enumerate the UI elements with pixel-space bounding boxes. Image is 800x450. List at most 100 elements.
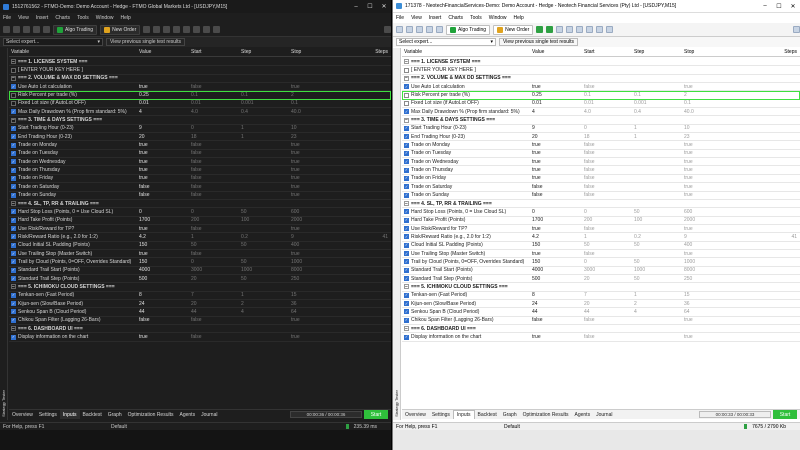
menu-charts[interactable]: Charts (55, 15, 70, 21)
param-start[interactable]: 44 (584, 309, 634, 315)
collapse-icon[interactable]: − (404, 201, 409, 207)
collapse-icon[interactable]: − (404, 326, 409, 332)
param-row[interactable]: ✓ Senkou Span B (Cloud Period) 44 44 4 64 (9, 308, 391, 317)
param-step[interactable]: 1000 (634, 267, 684, 273)
param-row[interactable]: [ ENTER YOUR KEY HERE ] (9, 66, 391, 75)
new-chart-icon[interactable] (396, 26, 403, 33)
strategy-tester-side-label[interactable]: Strategy Tester (0, 48, 8, 420)
param-row[interactable]: ✓ Trade on Tuesday true false true (402, 150, 800, 159)
param-value[interactable]: 20 (139, 134, 191, 140)
optimize-checkbox[interactable]: ✓ (404, 109, 409, 115)
param-step[interactable]: 1 (241, 134, 291, 140)
param-stop[interactable]: 2 (684, 92, 780, 98)
param-step[interactable]: 1000 (241, 267, 291, 273)
expert-select[interactable]: Select expert... ▾ (3, 38, 103, 46)
optimize-checkbox[interactable] (11, 100, 16, 106)
view-results-button[interactable]: View previous single test results (106, 38, 186, 46)
param-stop[interactable]: true (684, 150, 780, 156)
param-start[interactable]: false (584, 192, 634, 198)
section-row[interactable]: − === 3. TIME & DAYS SETTINGS === (9, 116, 391, 125)
param-step[interactable]: 50 (634, 259, 684, 265)
menu-tools[interactable]: Tools (77, 15, 89, 21)
param-start[interactable]: 18 (584, 134, 634, 140)
col-variable[interactable]: Variable (9, 49, 139, 55)
param-stop[interactable]: true (291, 159, 371, 165)
search-icon[interactable] (793, 26, 800, 33)
param-start[interactable]: 0.1 (191, 92, 241, 98)
param-step[interactable]: 50 (241, 259, 291, 265)
param-stop[interactable]: 8000 (684, 267, 780, 273)
collapse-icon[interactable]: − (11, 59, 16, 65)
param-stop[interactable]: 40.0 (684, 109, 780, 115)
param-start[interactable]: 0 (584, 209, 634, 215)
param-stop[interactable]: true (684, 159, 780, 165)
param-stop[interactable]: true (291, 150, 371, 156)
profiles-icon[interactable] (13, 26, 20, 33)
param-start[interactable]: 0 (191, 209, 241, 215)
param-value[interactable]: true (532, 84, 584, 90)
optimize-checkbox[interactable]: ✓ (404, 175, 409, 181)
param-row[interactable]: ✓ Trade on Tuesday true false true (9, 150, 391, 159)
new-order-button[interactable]: New Order (493, 24, 534, 35)
collapse-icon[interactable]: − (11, 75, 16, 81)
line-chart-icon[interactable] (576, 26, 584, 33)
param-start[interactable]: false (191, 251, 241, 257)
param-value[interactable]: 500 (139, 276, 191, 282)
param-step[interactable]: 0.1 (634, 92, 684, 98)
optimize-checkbox[interactable]: ✓ (404, 150, 409, 156)
optimize-checkbox[interactable]: ✓ (11, 84, 16, 90)
collapse-icon[interactable]: − (11, 284, 16, 290)
param-start[interactable]: 3000 (584, 267, 634, 273)
optimize-checkbox[interactable]: ✓ (11, 150, 16, 156)
param-step[interactable]: 1 (634, 134, 684, 140)
section-row[interactable]: − === 4. SL, TP, RR & TRAILING === (402, 200, 800, 209)
param-value[interactable]: false (532, 184, 584, 190)
param-row[interactable]: ✓ Trade on Monday true false true (402, 141, 800, 150)
param-value[interactable]: 500 (532, 276, 584, 282)
optimize-checkbox[interactable]: ✓ (11, 184, 16, 190)
param-start[interactable]: false (191, 142, 241, 148)
param-start[interactable]: false (584, 167, 634, 173)
param-start[interactable]: 0.01 (191, 100, 241, 106)
param-value[interactable]: 0.01 (532, 100, 584, 106)
param-start[interactable]: 3000 (191, 267, 241, 273)
col-stop[interactable]: Stop (684, 49, 780, 55)
param-row[interactable]: ✓ Hard Stop Loss (Points, 0 = Use Cloud S… (9, 208, 391, 217)
param-step[interactable]: 1 (634, 292, 684, 298)
minimize-icon[interactable]: – (349, 0, 363, 13)
new-chart-icon[interactable] (3, 26, 10, 33)
optimize-checkbox[interactable] (11, 92, 16, 98)
col-value[interactable]: Value (139, 49, 191, 55)
menu-help[interactable]: Help (514, 15, 524, 21)
param-value[interactable]: 44 (532, 309, 584, 315)
param-value[interactable]: 150 (139, 259, 191, 265)
param-value[interactable]: 8 (532, 292, 584, 298)
tab-overview[interactable]: Overview (9, 410, 36, 419)
param-row[interactable]: ✓ Trade on Wednesday true false true (9, 158, 391, 167)
param-stop[interactable]: 15 (684, 292, 780, 298)
section-row[interactable]: − === 3. TIME & DAYS SETTINGS === (402, 116, 800, 125)
optimize-checkbox[interactable]: ✓ (11, 217, 16, 223)
param-row[interactable]: ✓ Use Risk/Reward for TP? true false true (402, 225, 800, 234)
param-start[interactable]: 20 (584, 276, 634, 282)
param-stop[interactable]: 0.1 (684, 100, 780, 106)
tab-optimization-results[interactable]: Optimization Results (125, 410, 177, 419)
param-stop[interactable]: 9 (684, 234, 780, 240)
param-stop[interactable]: 36 (291, 301, 371, 307)
param-start[interactable]: 4.0 (584, 109, 634, 115)
param-value[interactable]: 0.25 (139, 92, 191, 98)
param-row[interactable]: ✓ Trade on Sunday false false true (402, 192, 800, 200)
menu-window[interactable]: Window (489, 15, 507, 21)
param-start[interactable]: false (191, 317, 241, 323)
profiles-icon[interactable] (406, 26, 413, 33)
param-stop[interactable]: true (291, 317, 371, 323)
param-start[interactable]: false (191, 84, 241, 90)
param-stop[interactable]: true (291, 251, 371, 257)
col-variable[interactable]: Variable (402, 49, 532, 55)
optimize-checkbox[interactable] (11, 67, 16, 73)
param-value[interactable]: 1700 (139, 217, 191, 223)
menu-view[interactable]: View (411, 15, 422, 21)
param-step[interactable]: 2 (634, 301, 684, 307)
param-value[interactable]: 0 (139, 209, 191, 215)
param-step[interactable]: 4 (241, 309, 291, 315)
